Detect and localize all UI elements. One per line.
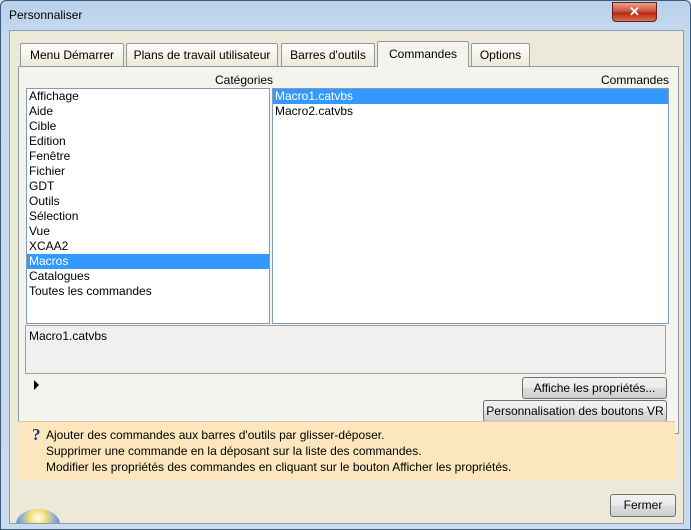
categories-list[interactable]: Affichage Aide Cible Edition Fenêtre Fichier G… xyxy=(26,88,270,324)
category-list-item[interactable]: Affichage xyxy=(27,89,269,104)
info-panel: ? Ajouter des commandes aux barres d'out… xyxy=(18,421,675,480)
question-icon: ? xyxy=(32,425,41,444)
category-list-item[interactable]: Outils xyxy=(27,194,269,209)
expand-arrow-icon[interactable] xyxy=(34,380,39,390)
category-list-item[interactable]: Macros xyxy=(27,254,269,269)
window-title: Personnaliser xyxy=(9,8,83,22)
commands-header: Commandes xyxy=(601,73,670,87)
command-list-item[interactable]: Macro2.catvbs xyxy=(273,104,668,119)
category-list-item[interactable]: Cible xyxy=(27,119,269,134)
vr-buttons-customization-button[interactable]: Personnalisation des boutons VR xyxy=(483,400,667,422)
close-window-button[interactable]: ✕ xyxy=(612,2,657,22)
command-description-box: Macro1.catvbs xyxy=(25,325,666,374)
tab-menu-demarrer[interactable]: Menu Démarrer xyxy=(20,43,124,66)
category-list-item[interactable]: GDT xyxy=(27,179,269,194)
category-list-item[interactable]: Aide xyxy=(27,104,269,119)
description-text: Macro1.catvbs xyxy=(29,329,108,343)
command-list-item[interactable]: Macro1.catvbs xyxy=(273,89,668,104)
info-line-2: Supprimer une commande en la déposant su… xyxy=(46,444,422,458)
category-list-item[interactable]: XCAA2 xyxy=(27,239,269,254)
category-list-item[interactable]: Fichier xyxy=(27,164,269,179)
customize-dialog: Personnaliser ✕ Menu Démarrer Plans de t… xyxy=(0,0,691,530)
category-list-item[interactable]: Catalogues xyxy=(27,269,269,284)
tab-commandes[interactable]: Commandes xyxy=(377,41,469,67)
commands-tab-panel: Catégories Commandes Affichage Aide Cible E… xyxy=(18,66,679,434)
category-list-item[interactable]: Fenêtre xyxy=(27,149,269,164)
close-button[interactable]: Fermer xyxy=(610,494,676,517)
info-line-1: Ajouter des commandes aux barres d'outil… xyxy=(46,428,385,442)
category-list-item[interactable]: Sélection xyxy=(27,209,269,224)
dialog-body: Menu Démarrer Plans de travail utilisate… xyxy=(9,30,684,524)
tab-barres-outils[interactable]: Barres d'outils xyxy=(281,43,375,66)
info-line-3: Modifier les propriétés des commandes en… xyxy=(46,460,512,474)
categories-header: Catégories xyxy=(215,73,274,87)
category-list-item[interactable]: Vue xyxy=(27,224,269,239)
tab-plans-de-travail[interactable]: Plans de travail utilisateur xyxy=(126,43,278,66)
tab-options[interactable]: Options xyxy=(471,43,530,66)
app-logo-icon xyxy=(10,501,70,523)
title-bar[interactable]: Personnaliser ✕ xyxy=(1,1,690,29)
commands-list[interactable]: Macro1.catvbs Macro2.catvbs xyxy=(272,88,669,324)
category-list-item[interactable]: Toutes les commandes xyxy=(27,284,269,299)
show-properties-button[interactable]: Affiche les propriétés... xyxy=(522,377,667,399)
category-list-item[interactable]: Edition xyxy=(27,134,269,149)
